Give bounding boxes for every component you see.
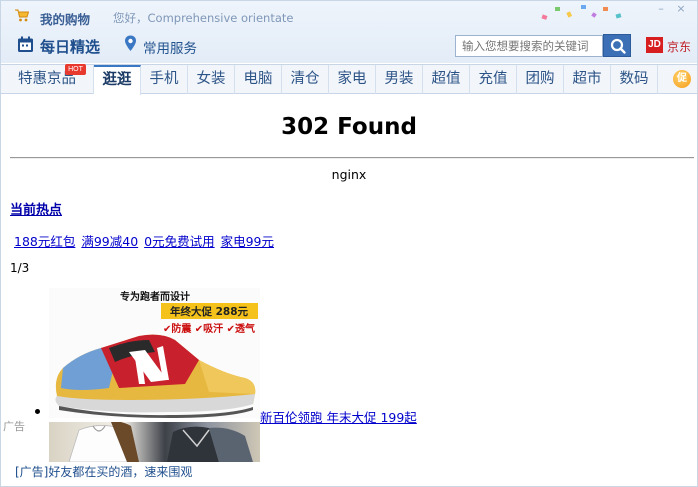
shoe-ad-link[interactable]: 新百伦领跑 年末大促 199起 (260, 407, 417, 426)
tab-mens[interactable]: 男装 (376, 65, 423, 94)
my-shopping-link[interactable]: 我的购物 (40, 9, 90, 28)
tab-group-buy[interactable]: 团购 (517, 65, 564, 94)
minimize-icon[interactable]: – (655, 3, 667, 15)
window-controls: – × (655, 3, 687, 17)
shopping-cart-icon[interactable] (15, 9, 29, 22)
tab-recharge[interactable]: 充值 (470, 65, 517, 94)
jd-link[interactable]: 京东 (667, 38, 691, 55)
hot-link-appliance[interactable]: 家电99元 (221, 234, 274, 249)
jacket-ad-image[interactable] (49, 422, 260, 462)
hot-links: 188元红包 满99减40 0元免费试用 家电99元 (14, 231, 276, 250)
shoe-ad-image[interactable]: 专为跑者而设计 年终大促 288元 ✔防震 ✔吸汗 ✔透气 (49, 288, 260, 418)
hot-now-link[interactable]: 当前热点 (10, 199, 62, 218)
shoe-banner-line3: ✔防震 ✔吸汗 ✔透气 (163, 322, 255, 335)
divider (10, 157, 694, 159)
tab-supermarket[interactable]: 超市 (564, 65, 611, 94)
tab-phones[interactable]: 手机 (141, 65, 188, 94)
ad-label: 广告 (3, 420, 25, 433)
search-button[interactable] (603, 34, 631, 57)
page-title: 302 Found (281, 114, 417, 140)
main-content: 302 Found nginx 当前热点 188元红包 满99减40 0元免费试… (1, 95, 697, 486)
header-main-row: 每日精选 常用服务 JD 京东 (1, 31, 697, 61)
search-icon (610, 38, 626, 54)
hot-link-free-trial[interactable]: 0元免费试用 (144, 234, 214, 249)
close-icon[interactable]: × (675, 3, 687, 15)
tab-appliances[interactable]: 家电 (329, 65, 376, 94)
shoe-banner-line2: 年终大促 288元 (170, 305, 249, 318)
promo-icon[interactable]: 促 (673, 70, 691, 88)
jacket-picture (68, 422, 253, 462)
header-top-row: 我的购物 您好，Comprehensive orientate – × (1, 1, 697, 31)
hot-link-discount[interactable]: 满99减40 (81, 234, 138, 249)
hot-link-red-packet[interactable]: 188元红包 (14, 234, 75, 249)
tab-digital[interactable]: 数码 (611, 65, 658, 94)
search-input[interactable] (455, 35, 603, 57)
tab-womens[interactable]: 女装 (188, 65, 235, 94)
calendar-icon (18, 36, 33, 52)
shoe-picture: 专为跑者而设计 年终大促 288元 ✔防震 ✔吸汗 ✔透气 (49, 288, 260, 418)
page-counter: 1/3 (10, 261, 30, 275)
decorative-confetti (541, 5, 622, 20)
greeting-text: 您好，Comprehensive orientate (113, 11, 294, 25)
tab-computers[interactable]: 电脑 (235, 65, 282, 94)
jd-logo-icon[interactable]: JD (646, 37, 663, 53)
header: 我的购物 您好，Comprehensive orientate – × 每日精选 (1, 1, 697, 63)
category-nav: 特惠京品 HOT 逛逛 手机 女装 电脑 清仓 家电 男装 超值 充值 团购 超… (1, 64, 697, 95)
bottom-ad-text[interactable]: [广告]好友都在买的酒，速来围观 (15, 463, 192, 480)
tab-clearance[interactable]: 清仓 (282, 65, 329, 94)
common-services-tab[interactable]: 常用服务 (143, 37, 197, 57)
shoe-banner-line1: 专为跑者而设计 (120, 290, 190, 303)
tab-browse[interactable]: 逛逛 (94, 65, 141, 95)
daily-picks-tab[interactable]: 每日精选 (40, 36, 100, 57)
location-pin-icon (125, 35, 136, 51)
tab-value[interactable]: 超值 (423, 65, 470, 94)
list-bullet (35, 409, 40, 414)
hot-badge: HOT (65, 64, 86, 75)
server-name: nginx (331, 167, 367, 182)
